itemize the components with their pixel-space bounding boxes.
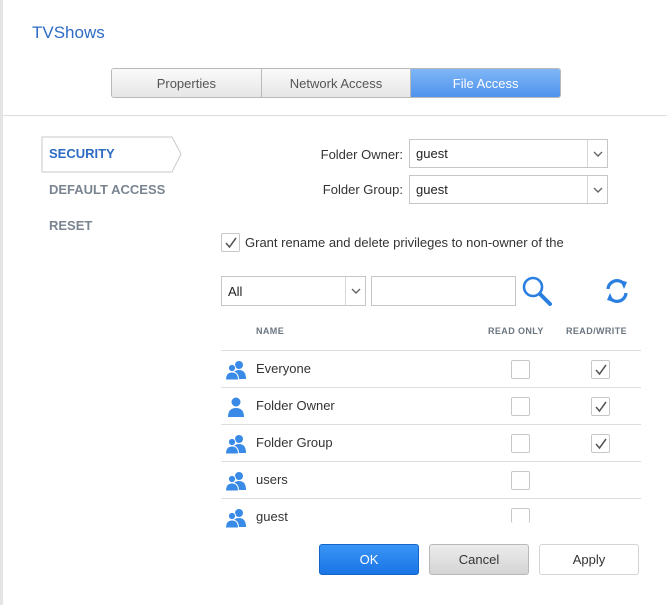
tab-file-access[interactable]: File Access bbox=[411, 69, 560, 97]
group-icon bbox=[224, 359, 247, 381]
chevron-down-icon bbox=[587, 176, 607, 203]
tab-bar: Properties Network Access File Access bbox=[111, 68, 561, 98]
table-row: Folder Group bbox=[221, 425, 641, 462]
refresh-icon[interactable] bbox=[603, 277, 631, 305]
table-row: Folder Owner bbox=[221, 388, 641, 425]
user-icon bbox=[225, 396, 247, 418]
ok-button[interactable]: OK bbox=[319, 544, 419, 575]
header-divider bbox=[3, 115, 667, 116]
folder-group-label: Folder Group: bbox=[322, 182, 403, 197]
apply-button[interactable]: Apply bbox=[539, 544, 639, 575]
window-edge bbox=[0, 0, 3, 605]
folder-group-value: guest bbox=[416, 182, 448, 197]
checkmark-icon bbox=[225, 237, 237, 249]
read-only-checkbox[interactable] bbox=[511, 360, 530, 379]
column-header-read-only: READ ONLY bbox=[488, 326, 544, 336]
row-name: guest bbox=[256, 509, 288, 524]
row-name: users bbox=[256, 472, 288, 487]
read-write-checkbox[interactable] bbox=[591, 397, 610, 416]
row-name: Folder Owner bbox=[256, 398, 335, 413]
folder-owner-label: Folder Owner: bbox=[320, 147, 403, 162]
read-only-checkbox[interactable] bbox=[511, 471, 530, 490]
read-only-checkbox[interactable] bbox=[511, 397, 530, 416]
checkmark-icon bbox=[595, 438, 607, 450]
search-icon[interactable] bbox=[520, 274, 554, 308]
chevron-down-icon bbox=[587, 140, 607, 167]
grant-privileges-label: Grant rename and delete privileges to no… bbox=[245, 235, 564, 250]
table-row: guest bbox=[221, 499, 641, 536]
read-only-checkbox[interactable] bbox=[511, 508, 530, 523]
grant-privileges-checkbox[interactable] bbox=[221, 233, 240, 252]
filter-value: All bbox=[228, 283, 243, 299]
nav-item-security-label: SECURITY bbox=[49, 146, 115, 161]
folder-group-select[interactable]: guest bbox=[409, 175, 608, 204]
checkmark-icon bbox=[595, 401, 607, 413]
group-icon bbox=[224, 507, 247, 529]
group-icon bbox=[224, 470, 247, 492]
tab-network-access[interactable]: Network Access bbox=[261, 69, 412, 97]
chevron-down-icon bbox=[345, 277, 365, 305]
group-icon bbox=[224, 433, 247, 455]
column-header-name: NAME bbox=[256, 326, 285, 336]
folder-owner-select[interactable]: guest bbox=[409, 139, 608, 168]
read-write-checkbox[interactable] bbox=[591, 434, 610, 453]
folder-owner-value: guest bbox=[416, 146, 448, 161]
table-row: users bbox=[221, 462, 641, 499]
table-row: Everyone bbox=[221, 351, 641, 388]
read-only-checkbox[interactable] bbox=[511, 434, 530, 453]
read-write-checkbox[interactable] bbox=[591, 360, 610, 379]
nav-item-security[interactable]: SECURITY bbox=[41, 136, 182, 173]
column-header-read-write: READ/WRITE bbox=[566, 326, 627, 336]
page-title: TVShows bbox=[32, 23, 105, 42]
search-input[interactable] bbox=[371, 276, 516, 306]
nav-item-reset[interactable]: RESET bbox=[49, 218, 92, 233]
cancel-button[interactable]: Cancel bbox=[429, 544, 529, 575]
tab-properties[interactable]: Properties bbox=[112, 69, 262, 97]
checkmark-icon bbox=[595, 364, 607, 376]
row-name: Everyone bbox=[256, 361, 311, 376]
filter-select[interactable]: All bbox=[221, 276, 366, 306]
row-name: Folder Group bbox=[256, 435, 333, 450]
nav-item-default-access[interactable]: DEFAULT ACCESS bbox=[49, 182, 165, 197]
